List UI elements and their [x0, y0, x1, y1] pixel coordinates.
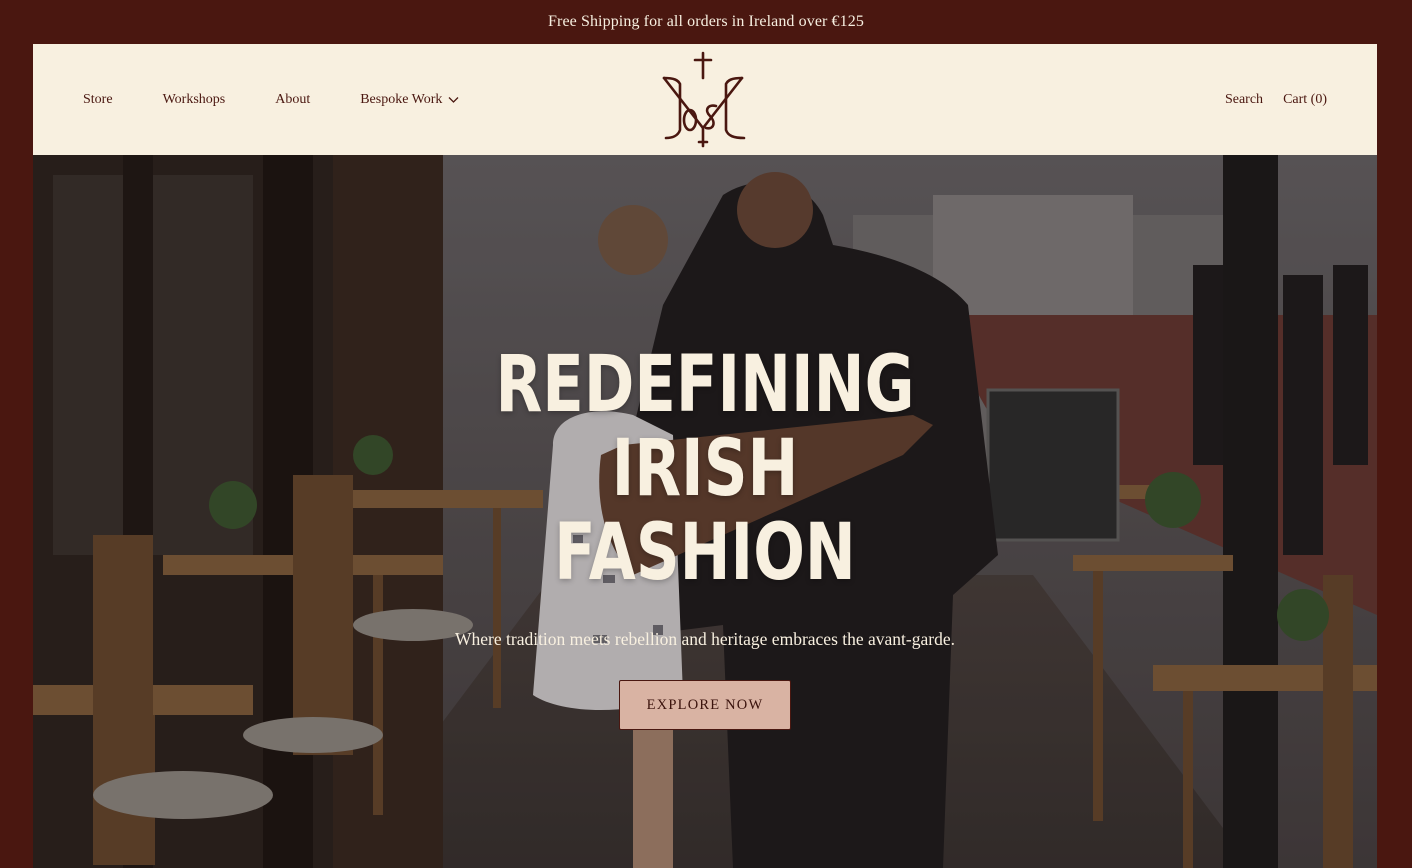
utility-nav: Search Cart (0)	[1225, 44, 1327, 155]
site-header: Store Workshops About Bespoke Work Searc…	[33, 44, 1377, 155]
explore-now-button[interactable]: EXPLORE NOW	[619, 680, 791, 730]
nav-workshops-link[interactable]: Workshops	[163, 92, 226, 108]
nav-bespoke-work-label: Bespoke Work	[360, 91, 443, 107]
hero-content: REDEFINING IRISH FASHION Where tradition…	[33, 343, 1377, 730]
nav-store-link[interactable]: Store	[83, 92, 113, 108]
hero-title-line-2: FASHION	[554, 508, 856, 598]
primary-nav: Store Workshops About Bespoke Work	[83, 44, 509, 155]
hero-subtitle: Where tradition meets rebellion and heri…	[455, 629, 955, 649]
hero-title-line-1: REDEFINING IRISH	[495, 340, 915, 514]
hero-banner: REDEFINING IRISH FASHION Where tradition…	[33, 155, 1377, 868]
announcement-text: Free Shipping for all orders in Ireland …	[548, 13, 864, 30]
chevron-down-icon	[448, 96, 459, 103]
hero-title: REDEFINING IRISH FASHION	[471, 343, 939, 595]
nav-about-link[interactable]: About	[275, 92, 310, 108]
monogram-cross-logo[interactable]	[656, 50, 756, 150]
search-link[interactable]: Search	[1225, 92, 1263, 108]
nav-bespoke-work-dropdown[interactable]: Bespoke Work	[360, 92, 459, 108]
announcement-bar: Free Shipping for all orders in Ireland …	[0, 0, 1412, 44]
cart-link[interactable]: Cart (0)	[1283, 92, 1327, 108]
